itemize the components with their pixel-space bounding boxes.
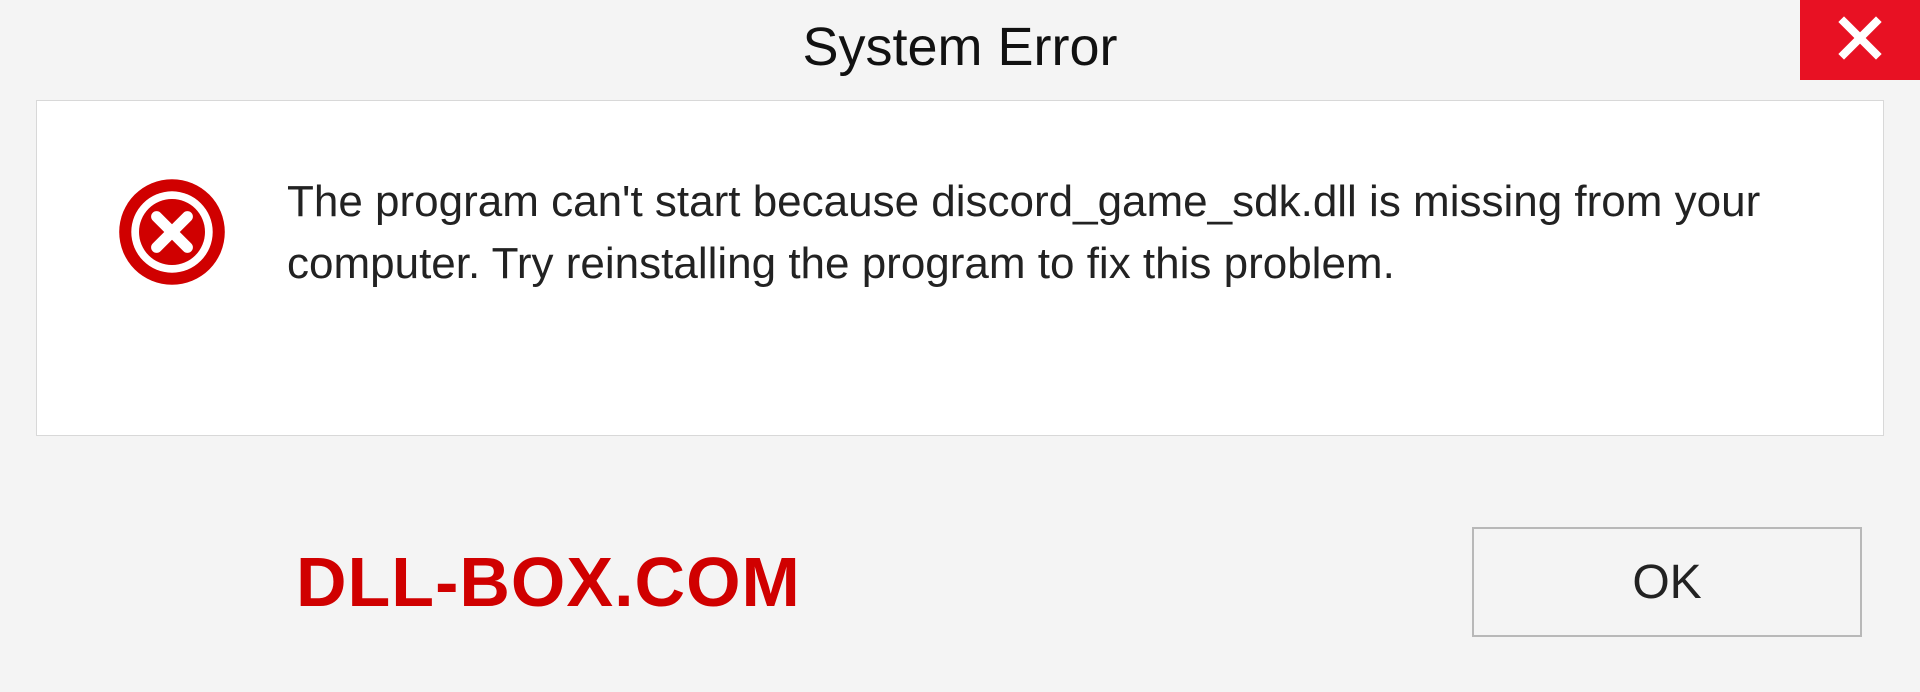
titlebar: System Error: [0, 0, 1920, 94]
close-icon: [1836, 14, 1884, 67]
error-message: The program can't start because discord_…: [287, 171, 1823, 294]
watermark-text: DLL-BOX.COM: [296, 542, 801, 622]
dialog-title: System Error: [802, 16, 1117, 78]
dialog-footer: DLL-BOX.COM OK: [0, 472, 1920, 692]
ok-button[interactable]: OK: [1472, 527, 1862, 637]
close-button[interactable]: [1800, 0, 1920, 80]
error-dialog: System Error The program can't start bec…: [0, 0, 1920, 692]
error-icon: [117, 177, 227, 287]
content-panel: The program can't start because discord_…: [36, 100, 1884, 436]
